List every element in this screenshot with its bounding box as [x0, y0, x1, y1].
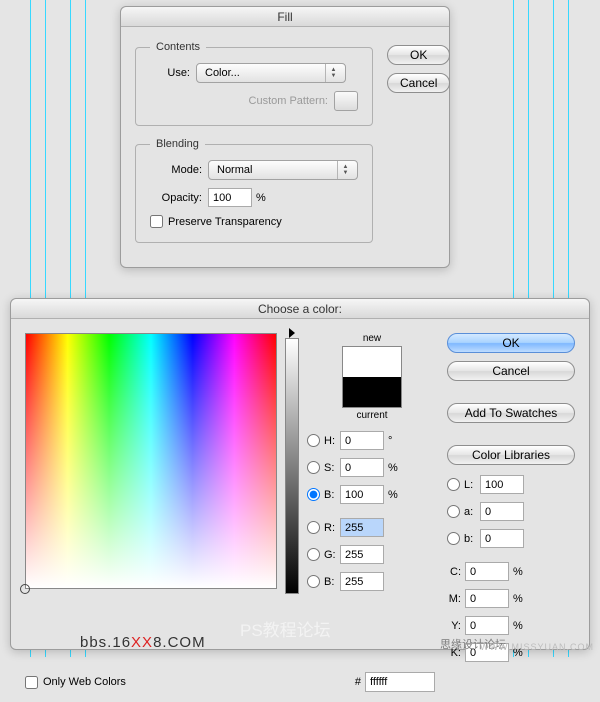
picker-ok-button[interactable]: OK	[447, 333, 575, 353]
current-label: current	[307, 410, 437, 421]
fill-dialog: Fill Contents Use: Color... ▲▼ Custom Pa…	[120, 6, 450, 268]
watermark-ps-forum: PS教程论坛	[240, 616, 331, 641]
cancel-button[interactable]: Cancel	[387, 73, 450, 93]
s-input[interactable]	[340, 458, 384, 477]
mode-value: Normal	[217, 164, 252, 176]
use-dropdown[interactable]: Color... ▲▼	[196, 63, 346, 83]
watermark-bbs: bbs.16XX8.COM	[80, 634, 206, 651]
ok-button[interactable]: OK	[387, 45, 450, 65]
color-picker-dialog: Choose a color: new current	[10, 298, 590, 650]
preserve-transparency-checkbox[interactable]	[150, 215, 163, 228]
blending-legend: Blending	[150, 138, 205, 150]
r-radio[interactable]	[307, 521, 320, 534]
watermark-missyuan: WWW.MISSYUAN.COM	[480, 642, 594, 652]
mode-label: Mode:	[150, 164, 208, 176]
chevron-updown-icon: ▲▼	[337, 161, 353, 179]
slider-thumb-icon[interactable]	[289, 328, 295, 338]
custom-pattern-label: Custom Pattern:	[150, 95, 334, 107]
b-radio[interactable]	[307, 488, 320, 501]
a-input[interactable]	[480, 502, 524, 521]
opacity-label: Opacity:	[150, 192, 208, 204]
rgb-b-input[interactable]	[340, 572, 384, 591]
value-slider[interactable]	[285, 338, 299, 594]
l-input[interactable]	[480, 475, 524, 494]
fill-title: Fill	[121, 7, 449, 27]
new-current-swatch	[342, 346, 402, 408]
y-input[interactable]	[465, 616, 509, 635]
rgb-b-radio[interactable]	[307, 575, 320, 588]
h-input[interactable]	[340, 431, 384, 450]
add-swatches-button[interactable]: Add To Swatches	[447, 403, 575, 423]
chevron-updown-icon: ▲▼	[325, 64, 341, 82]
lab-b-input[interactable]	[480, 529, 524, 548]
contents-group: Contents Use: Color... ▲▼ Custom Pattern…	[135, 41, 373, 126]
contents-legend: Contents	[150, 41, 206, 53]
c-input[interactable]	[465, 562, 509, 581]
hex-input[interactable]	[365, 672, 435, 692]
b-input[interactable]	[340, 485, 384, 504]
g-input[interactable]	[340, 545, 384, 564]
r-input[interactable]	[340, 518, 384, 537]
hex-prefix: #	[355, 676, 361, 688]
picker-title: Choose a color:	[11, 299, 589, 319]
m-input[interactable]	[465, 589, 509, 608]
new-color-swatch	[343, 347, 401, 377]
blending-group: Blending Mode: Normal ▲▼ Opacity: %	[135, 138, 373, 243]
lab-b-radio[interactable]	[447, 532, 460, 545]
g-radio[interactable]	[307, 548, 320, 561]
opacity-unit: %	[256, 192, 266, 204]
s-radio[interactable]	[307, 461, 320, 474]
use-value: Color...	[205, 67, 240, 79]
current-color-swatch	[343, 377, 401, 407]
only-web-colors-label: Only Web Colors	[43, 676, 126, 688]
color-libraries-button[interactable]: Color Libraries	[447, 445, 575, 465]
preserve-transparency-label: Preserve Transparency	[168, 216, 282, 228]
mode-dropdown[interactable]: Normal ▲▼	[208, 160, 358, 180]
a-radio[interactable]	[447, 505, 460, 518]
opacity-input[interactable]	[208, 188, 252, 207]
picker-cancel-button[interactable]: Cancel	[447, 361, 575, 381]
h-radio[interactable]	[307, 434, 320, 447]
color-spectrum[interactable]	[25, 333, 277, 589]
custom-pattern-swatch[interactable]	[334, 91, 358, 111]
spectrum-cursor-icon	[20, 584, 30, 594]
l-radio[interactable]	[447, 478, 460, 491]
use-label: Use:	[150, 67, 196, 79]
new-label: new	[307, 333, 437, 344]
only-web-colors-checkbox[interactable]	[25, 676, 38, 689]
